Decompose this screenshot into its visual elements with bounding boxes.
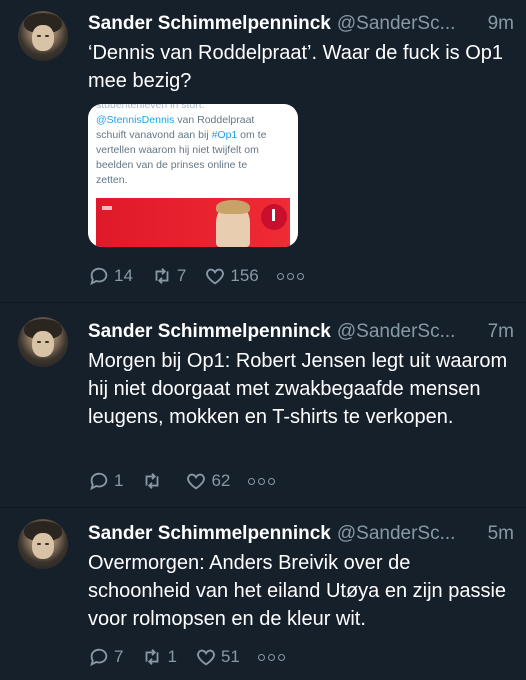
tweet-header: Sander Schimmelpenninck @SanderSc... [88, 12, 455, 36]
reply-count: 14 [114, 266, 133, 285]
like-count: 51 [220, 647, 240, 666]
retweet-button[interactable]: 1 [141, 646, 177, 668]
user-handle[interactable]: @SanderSc... [337, 13, 456, 34]
tweet-header: Sander Schimmelpenninck @SanderSc... [88, 522, 455, 546]
tweet-header: Sander Schimmelpenninck @SanderSc... [88, 320, 455, 344]
retweet-count: 1 [167, 647, 177, 666]
like-button[interactable]: 51 [195, 646, 240, 668]
heart-icon [197, 649, 215, 666]
reply-count: 1 [114, 471, 124, 490]
reply-icon [90, 472, 108, 491]
media-thumbnail [96, 198, 290, 247]
tweet-text: ‘Dennis van Roddelpraat’. Waar de fuck i… [88, 42, 504, 92]
like-button[interactable]: 62 [185, 470, 230, 492]
display-name[interactable]: Sander Schimmelpenninck [88, 13, 331, 34]
reply-button[interactable]: 14 [88, 265, 133, 287]
more-icon[interactable] [248, 477, 276, 485]
reply-count: 7 [114, 647, 124, 666]
user-handle[interactable]: @SanderSc... [337, 523, 456, 544]
retweet-icon [146, 649, 159, 665]
heart-icon [206, 268, 225, 285]
tweet-actions: 14 7 156 [88, 264, 304, 288]
avatar[interactable] [18, 519, 68, 569]
retweet-icon [146, 473, 159, 489]
tweet[interactable]: Sander Schimmelpenninck @SanderSc... 5m O… [0, 508, 526, 680]
retweet-button[interactable] [141, 470, 167, 492]
more-icon[interactable] [257, 653, 285, 661]
tweet-text: Morgen bij Op1: Robert Jensen legt uit w… [88, 350, 508, 428]
timestamp[interactable]: 9m [488, 12, 514, 36]
heart-icon [187, 473, 206, 490]
reply-icon [90, 648, 108, 667]
tweet-actions: 7 1 51 [88, 645, 285, 669]
timestamp[interactable]: 5m [488, 522, 514, 546]
avatar[interactable] [18, 317, 68, 367]
reply-button[interactable]: 1 [88, 470, 123, 492]
avatar[interactable] [18, 11, 68, 61]
tweet-text: Overmorgen: Anders Breivik over de schoo… [88, 552, 507, 630]
tweet-actions: 1 62 [88, 469, 276, 493]
display-name[interactable]: Sander Schimmelpenninck [88, 523, 331, 544]
like-button[interactable]: 156 [204, 265, 259, 287]
user-handle[interactable]: @SanderSc... [337, 321, 456, 342]
tweet[interactable]: Sander Schimmelpenninck @SanderSc... 7m M… [0, 303, 526, 508]
timestamp[interactable]: 7m [488, 320, 514, 344]
retweet-icon [155, 268, 169, 284]
like-count: 156 [230, 266, 259, 285]
media-caption: studentenleven in stort. @StennisDennis … [96, 104, 267, 186]
display-name[interactable]: Sander Schimmelpenninck [88, 321, 331, 342]
tweet[interactable]: Sander Schimmelpenninck @SanderSc... 9m ‘… [0, 0, 526, 300]
retweet-button[interactable]: 7 [151, 265, 186, 287]
retweet-count: 7 [176, 266, 187, 285]
more-icon[interactable] [276, 272, 304, 280]
reply-button[interactable]: 7 [88, 646, 123, 668]
like-count: 62 [211, 471, 231, 490]
channel-logo [261, 204, 287, 230]
tweet-media[interactable]: studentenleven in stort. @StennisDennis … [88, 104, 298, 247]
reply-icon [90, 267, 108, 286]
